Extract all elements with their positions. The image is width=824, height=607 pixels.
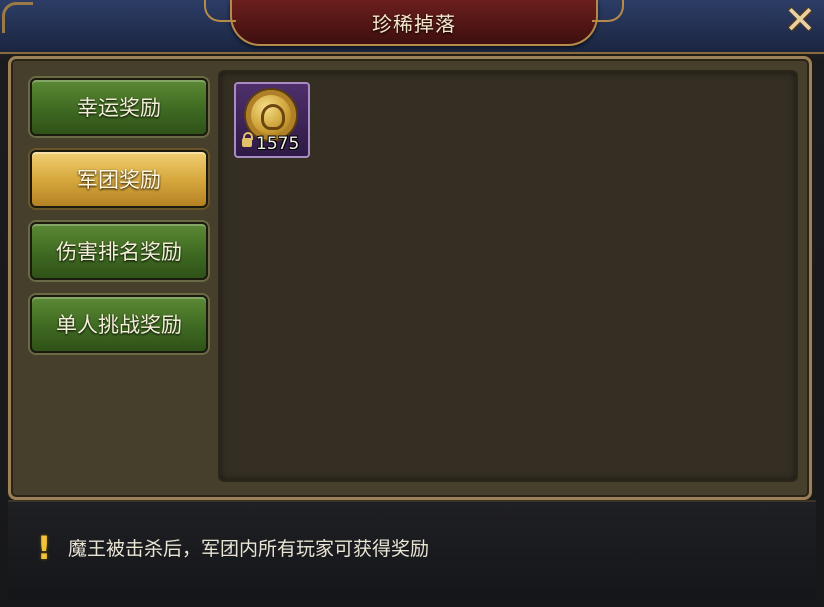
title-plate: 珍稀掉落 (204, 0, 624, 46)
tab-label: 伤害排名奖励 (56, 240, 182, 264)
tab-label: 军团奖励 (77, 168, 161, 192)
tab-solo-challenge-reward[interactable]: 单人挑战奖励 (30, 295, 208, 353)
gold-coin-icon (246, 90, 296, 140)
tab-lucky-reward[interactable]: 幸运奖励 (30, 78, 208, 136)
reward-item-slot[interactable]: 1575 (234, 82, 310, 158)
frame-corner-ornament (2, 2, 33, 33)
close-button[interactable]: ✕ (778, 0, 822, 40)
item-count: 1575 (256, 134, 300, 154)
title-bar: 珍稀掉落 ✕ (0, 0, 824, 54)
close-x-icon: ✕ (784, 0, 816, 42)
tab-damage-rank-reward[interactable]: 伤害排名奖励 (30, 222, 208, 280)
reward-window: 珍稀掉落 ✕ 幸运奖励 军团奖励 伤害排名奖励 单人挑战奖励 1575 ! 魔王… (0, 0, 824, 607)
lock-icon (242, 132, 253, 147)
exclamation-icon: ! (36, 529, 52, 567)
footer-notice: 魔王被击杀后，军团内所有玩家可获得奖励 (68, 538, 430, 560)
tab-legion-reward[interactable]: 军团奖励 (30, 150, 208, 208)
tab-label: 幸运奖励 (77, 96, 161, 120)
window-title: 珍稀掉落 (372, 12, 456, 36)
tab-label: 单人挑战奖励 (56, 313, 182, 337)
